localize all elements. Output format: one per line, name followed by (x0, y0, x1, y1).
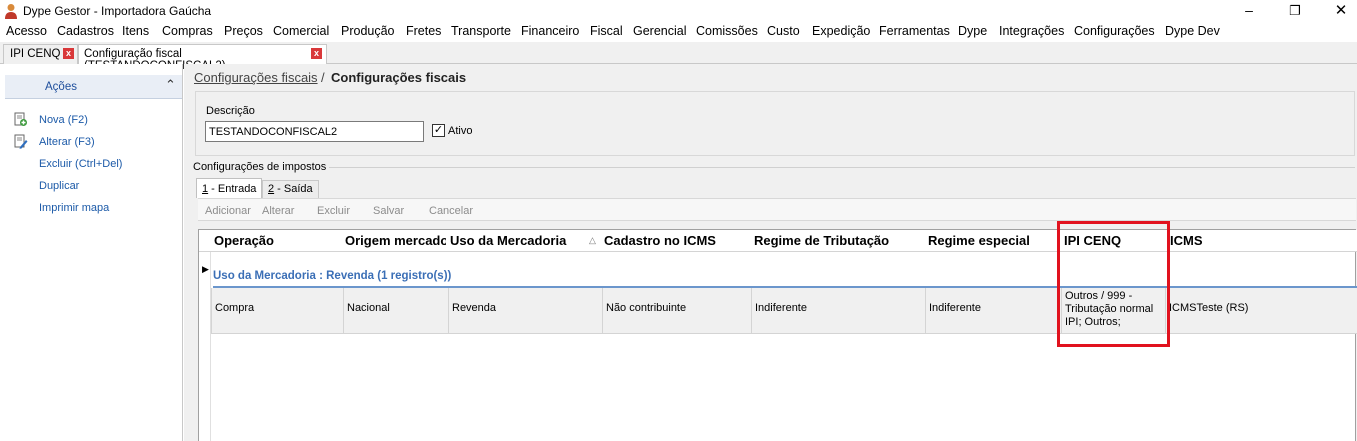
action-alterar[interactable]: Alterar (F3) (39, 136, 95, 148)
col-header-uso[interactable]: Uso da Mercadoria (450, 233, 585, 248)
doc-tab-label: IPI CENQ (10, 48, 61, 60)
cell-operacao[interactable]: Compra (211, 288, 343, 334)
menu-cadastros[interactable]: Cadastros (57, 24, 114, 38)
maximize-button[interactable]: ❐ (1272, 0, 1318, 22)
menu-compras[interactable]: Compras (162, 24, 213, 38)
action-nova[interactable]: Nova (F2) (39, 114, 88, 126)
row-indicator-column: ≡ ▶ (199, 230, 211, 441)
cell-origem[interactable]: Nacional (343, 288, 448, 334)
col-header-operacao[interactable]: Operação (214, 233, 342, 248)
col-header-cadastro-icms[interactable]: Cadastro no ICMS (604, 233, 749, 248)
document-tab-bar: IPI CENQ x Configuração fiscal (TESTANDO… (0, 42, 1357, 72)
menu-ferramentas[interactable]: Ferramentas (879, 24, 950, 38)
tab-saida[interactable]: 2 - Saída (262, 180, 319, 198)
close-tab-icon[interactable]: x (311, 48, 322, 59)
menu-fiscal[interactable]: Fiscal (590, 24, 623, 38)
ativo-checkbox[interactable]: ✓ (432, 124, 445, 137)
new-document-icon (14, 112, 27, 126)
cell-cadastro-icms[interactable]: Não contribuinte (602, 288, 751, 334)
close-window-button[interactable]: ✕ (1318, 0, 1357, 22)
menu-itens[interactable]: Itens (122, 24, 149, 38)
salvar-button[interactable]: Salvar (373, 205, 404, 217)
menu-expedicao[interactable]: Expedição (812, 24, 870, 38)
grid-header: Operação Origem mercadoria Uso da Mercad… (199, 230, 1357, 252)
cell-icms[interactable]: ICMSTeste (RS) (1165, 288, 1357, 334)
group-row-revenda[interactable]: Uso da Mercadoria : Revenda (1 registro(… (213, 270, 451, 282)
menu-bar: Acesso Cadastros Itens Compras Preços Co… (0, 22, 1357, 42)
menu-producao[interactable]: Produção (341, 24, 395, 38)
menu-integracoes[interactable]: Integrações (999, 24, 1064, 38)
group-divider (329, 167, 1355, 168)
menu-dype-dev[interactable]: Dype Dev (1165, 24, 1220, 38)
close-tab-icon[interactable]: x (63, 48, 74, 59)
descricao-label: Descrição (206, 105, 255, 117)
menu-acesso[interactable]: Acesso (6, 24, 47, 38)
impostos-group-label: Configurações de impostos (193, 161, 327, 173)
ativo-label: Ativo (448, 125, 473, 137)
impostos-grid: ≡ ▶ Operação Origem mercadoria Uso da Me… (198, 229, 1357, 441)
menu-configuracoes[interactable]: Configurações (1074, 24, 1155, 38)
window-title: Dype Gestor - Importadora Gaúcha (23, 4, 212, 18)
descricao-input[interactable] (205, 121, 424, 142)
action-imprimir-mapa[interactable]: Imprimir mapa (39, 202, 109, 214)
doc-tab-configuracao-fiscal[interactable]: Configuração fiscal (TESTANDOCONFISCAL2) (78, 44, 327, 72)
menu-comercial[interactable]: Comercial (273, 24, 329, 38)
actions-sidebar: Ações ⌃ Nova (F2) Alterar (F3) Excluir (… (0, 64, 183, 441)
main-content: Configurações fiscais / Configurações fi… (184, 64, 1357, 441)
menu-custo[interactable]: Custo (767, 24, 800, 38)
table-row[interactable]: Compra Nacional Revenda Não contribuinte… (211, 288, 1357, 334)
breadcrumb-current: Configurações fiscais (331, 70, 467, 85)
menu-fretes[interactable]: Fretes (406, 24, 441, 38)
minimize-button[interactable]: – (1226, 0, 1272, 22)
col-header-regime-especial[interactable]: Regime especial (928, 233, 1058, 248)
col-header-regime-tributacao[interactable]: Regime de Tributação (754, 233, 924, 248)
description-panel: Descrição ✓ Ativo (195, 91, 1355, 156)
col-header-icms[interactable]: ICMS (1170, 233, 1270, 248)
actions-header[interactable]: Ações ⌃ (5, 75, 182, 99)
tab-entrada[interactable]: 1 - Entrada (196, 178, 263, 198)
app-person-icon (5, 4, 17, 19)
sort-ascending-icon: △ (589, 235, 596, 245)
alterar-button[interactable]: Alterar (262, 205, 294, 217)
title-bar: Dype Gestor - Importadora Gaúcha – ❐ ✕ (0, 0, 1357, 22)
menu-financeiro[interactable]: Financeiro (521, 24, 579, 38)
chevron-up-icon[interactable]: ⌃ (165, 77, 176, 93)
action-duplicar[interactable]: Duplicar (39, 180, 79, 192)
action-excluir[interactable]: Excluir (Ctrl+Del) (39, 158, 122, 170)
actions-header-label: Ações (45, 81, 77, 93)
edit-document-icon (14, 134, 28, 149)
breadcrumb-parent-link[interactable]: Configurações fiscais (194, 70, 318, 85)
col-header-origem[interactable]: Origem mercadoria (345, 233, 446, 248)
menu-comissoes[interactable]: Comissões (696, 24, 758, 38)
ipi-cenq-highlight-box (1057, 221, 1170, 347)
cell-uso[interactable]: Revenda (448, 288, 602, 334)
cell-regime-tributacao[interactable]: Indiferente (751, 288, 925, 334)
current-row-arrow-icon: ▶ (202, 264, 209, 274)
cancelar-button[interactable]: Cancelar (429, 205, 473, 217)
excluir-button[interactable]: Excluir (317, 205, 350, 217)
menu-precos[interactable]: Preços (224, 24, 263, 38)
tab-entrada-label: - Entrada (208, 183, 257, 195)
tab-saida-label: - Saída (274, 183, 313, 195)
adicionar-button[interactable]: Adicionar (205, 205, 251, 217)
menu-gerencial[interactable]: Gerencial (633, 24, 687, 38)
grid-toolbar: Adicionar Alterar Excluir Salvar Cancela… (198, 198, 1356, 221)
cell-regime-especial[interactable]: Indiferente (925, 288, 1061, 334)
menu-dype[interactable]: Dype (958, 24, 987, 38)
breadcrumb-separator: / (321, 70, 325, 85)
menu-transporte[interactable]: Transporte (451, 24, 511, 38)
